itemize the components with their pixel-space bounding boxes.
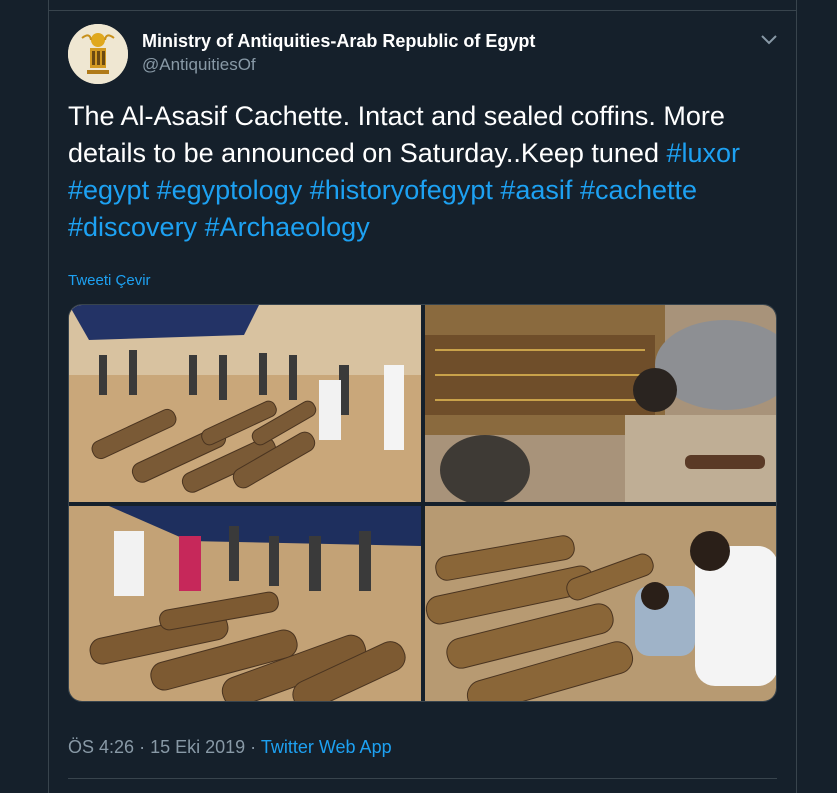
tweet-meta: ÖS 4:26 · 15 Eki 2019 · Twitter Web App — [68, 737, 392, 758]
chevron-down-icon[interactable] — [758, 30, 780, 48]
sun-disk-emblem-icon — [68, 24, 128, 84]
hashtag-link[interactable]: #discovery — [68, 212, 197, 242]
hashtag-link[interactable]: #Archaeology — [205, 212, 370, 242]
account-handle[interactable]: @AntiquitiesOf — [142, 55, 256, 75]
hashtag-link[interactable]: #historyofegypt — [310, 175, 493, 205]
hashtag-link[interactable]: #egyptology — [157, 175, 303, 205]
hashtag-link[interactable]: #luxor — [666, 138, 740, 168]
avatar[interactable] — [68, 24, 128, 84]
media-grid — [68, 304, 777, 702]
tweet-text: The Al-Asasif Cachette. Intact and seale… — [68, 98, 778, 246]
photo-2[interactable] — [425, 305, 776, 502]
photo-3[interactable] — [69, 506, 421, 701]
hashtag-link[interactable]: #cachette — [580, 175, 697, 205]
meta-separator: · — [139, 737, 146, 757]
divider — [68, 778, 777, 779]
hashtag-link[interactable]: #aasif — [500, 175, 572, 205]
photo-1[interactable] — [69, 305, 421, 502]
meta-separator: · — [250, 737, 257, 757]
tweet-body: The Al-Asasif Cachette. Intact and seale… — [68, 101, 725, 168]
account-name[interactable]: Ministry of Antiquities-Arab Republic of… — [142, 31, 535, 52]
tweet-date[interactable]: 15 Eki 2019 — [150, 737, 245, 757]
source-app-link[interactable]: Twitter Web App — [261, 737, 392, 757]
tweet-time[interactable]: ÖS 4:26 — [68, 737, 134, 757]
hashtag-link[interactable]: #egypt — [68, 175, 149, 205]
divider — [48, 10, 797, 11]
photo-4[interactable] — [425, 506, 776, 701]
translate-tweet-link[interactable]: Tweeti Çevir — [68, 272, 151, 289]
